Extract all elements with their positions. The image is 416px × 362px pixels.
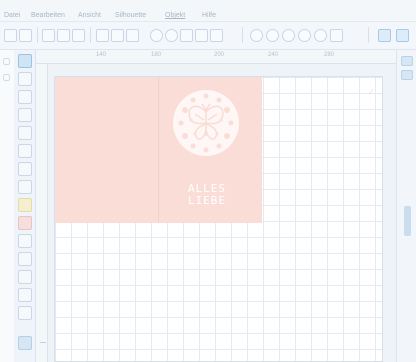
tool-panel [14, 50, 36, 362]
ungroup-icon[interactable] [195, 29, 208, 42]
panel-tab-icon[interactable] [401, 56, 413, 66]
freehand-tool-icon[interactable] [18, 180, 32, 194]
bottom-panel-button[interactable] [18, 336, 32, 350]
zoom-in-icon[interactable] [250, 29, 263, 42]
greeting-card-design[interactable]: ALLES LIEBE [55, 77, 262, 223]
zoom-out-icon[interactable] [266, 29, 279, 42]
select-tool-icon[interactable] [18, 54, 32, 68]
rectangle-tool-icon[interactable] [18, 144, 32, 158]
panel-toggle-icon[interactable] [3, 74, 10, 81]
butterfly-pattern [178, 93, 234, 153]
vertical-scrollbar[interactable] [404, 206, 411, 236]
line-tool-icon[interactable] [18, 90, 32, 104]
polygon-tool-icon[interactable] [18, 108, 32, 122]
arrange-icon[interactable] [210, 29, 223, 42]
panel-toggle-icon[interactable] [3, 58, 10, 65]
toolbar-separator [242, 27, 243, 43]
ruler-label: 140 [96, 52, 107, 58]
fill-tool-icon[interactable] [18, 270, 32, 284]
ruler-label: 240 [268, 52, 279, 58]
zoom-tool-icon[interactable] [18, 306, 32, 320]
left-edge-strip [0, 50, 14, 362]
top-ruler: 140 180 200 240 280 [36, 50, 396, 64]
canvas-area[interactable]: 140 180 200 240 280 ALLES LIEBE ⁄ [36, 50, 396, 362]
pencil-tool-icon[interactable] [18, 198, 32, 212]
new-icon[interactable] [4, 29, 17, 42]
page-corner-mark-icon: ⁄ [370, 89, 372, 96]
menu-bearbeiten[interactable]: Bearbeiten [31, 12, 65, 19]
pan-tool-icon[interactable] [18, 288, 32, 302]
group-icon[interactable] [180, 29, 193, 42]
butterfly-emblem-icon[interactable] [173, 90, 239, 156]
left-ruler [36, 64, 48, 362]
open-icon[interactable] [19, 29, 32, 42]
panel-tab-icon[interactable] [401, 70, 413, 80]
print-icon[interactable] [57, 29, 70, 42]
eraser-tool-icon[interactable] [18, 216, 32, 230]
ruler-label: 200 [214, 52, 225, 58]
card-text-line-2: LIEBE [187, 194, 227, 207]
cutting-mat-page[interactable]: ALLES LIEBE ⁄ [54, 76, 383, 362]
card-fold-line [158, 77, 159, 223]
main-toolbar [0, 22, 416, 50]
zoom-fit-icon[interactable] [282, 29, 295, 42]
curve-tool-icon[interactable] [18, 126, 32, 140]
ellipse-tool-icon[interactable] [18, 162, 32, 176]
menu-datei[interactable]: Datei [4, 12, 20, 19]
right-panel [396, 50, 416, 362]
redo-icon[interactable] [165, 29, 178, 42]
cut-panel-icon[interactable] [396, 29, 409, 42]
cut-settings-icon[interactable] [72, 29, 85, 42]
toolbar-separator [90, 27, 91, 43]
undo-icon[interactable] [150, 29, 163, 42]
copy-icon[interactable] [96, 29, 109, 42]
menu-silhouette[interactable]: Silhouette [115, 12, 146, 19]
move-icon[interactable] [330, 29, 343, 42]
select-all-icon[interactable] [126, 29, 139, 42]
ruler-label: 280 [324, 52, 335, 58]
bottom-divider [40, 342, 46, 343]
ruler-label: 180 [151, 52, 162, 58]
pan-icon[interactable] [314, 29, 327, 42]
knife-tool-icon[interactable] [18, 234, 32, 248]
page-setup-icon[interactable] [378, 29, 391, 42]
toolbar-separator [37, 27, 38, 43]
menu-ansicht[interactable]: Ansicht [78, 12, 101, 19]
paste-icon[interactable] [111, 29, 124, 42]
save-icon[interactable] [42, 29, 55, 42]
menu-objekt[interactable]: Objekt [165, 12, 185, 19]
text-tool-icon[interactable] [18, 252, 32, 266]
menu-hilfe[interactable]: Hilfe [202, 12, 216, 19]
zoom-select-icon[interactable] [298, 29, 311, 42]
edit-points-tool-icon[interactable] [18, 72, 32, 86]
toolbar-separator [368, 27, 369, 43]
card-greeting-text[interactable]: ALLES LIEBE [172, 183, 242, 207]
menu-bar: Datei Bearbeiten Ansicht Silhouette Obje… [0, 0, 416, 22]
